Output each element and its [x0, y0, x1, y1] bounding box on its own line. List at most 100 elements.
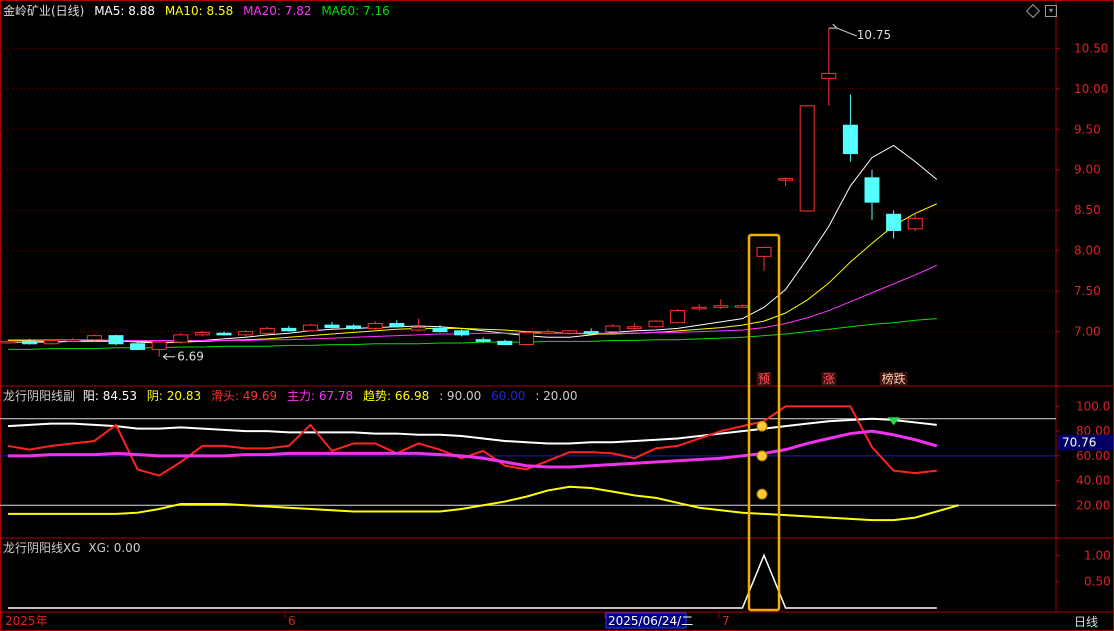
- y-tick-label: 10.50: [1074, 41, 1108, 55]
- candle-body-up: [756, 246, 772, 257]
- candle-body-down: [886, 213, 902, 231]
- x-tick-label: 2025/06/24/二: [608, 614, 693, 628]
- coin-icon: [756, 420, 768, 432]
- candle-body-up: [86, 335, 102, 341]
- ma5-label: MA5: 8.88: [94, 4, 155, 18]
- candle-body-up: [713, 305, 729, 308]
- candle-body-down: [216, 332, 232, 336]
- stock-title: 金岭矿业(日线): [3, 4, 85, 18]
- candle-body-up: [151, 341, 167, 350]
- stock-chart[interactable]: 10.50 10.00 9.50 9.00 8.50 8.00 7.50 7.00 10.75 6…: [0, 0, 1114, 631]
- xg-y-tick-label: 0.50: [1084, 575, 1111, 589]
- candle-body-up: [626, 326, 642, 329]
- period-label: 日线: [1074, 615, 1099, 629]
- candle-body-up: [907, 217, 923, 230]
- coin-icon: [756, 488, 768, 500]
- x-tick-label: 2025年: [5, 614, 48, 628]
- candle-body-up: [821, 72, 837, 79]
- expand-icon[interactable]: ▾: [1045, 5, 1057, 17]
- osc-y-tick-label: 60.00: [1076, 449, 1110, 463]
- y-tick-label: 9.00: [1074, 163, 1101, 177]
- xg-title: 龙行阴阳线XG: [3, 541, 81, 555]
- candle-body-up: [605, 325, 621, 333]
- coin-icon: [756, 450, 768, 462]
- huatou-label: 滑头: 49.69: [210, 389, 278, 403]
- qushi-label: 趋势: 66.98: [363, 389, 430, 403]
- candle-body-up: [367, 323, 383, 329]
- ma-line-ma5: [8, 144, 938, 344]
- candle-body-up: [194, 331, 210, 336]
- signal-tag-label: 预: [758, 372, 770, 386]
- candle-body-up: [778, 178, 794, 181]
- candle-body-up: [65, 339, 81, 342]
- candle-body-up: [302, 324, 318, 332]
- candle-body-down: [389, 323, 405, 328]
- candle-body-down: [281, 327, 297, 332]
- candle-body-up: [0, 340, 16, 344]
- candle-body-up: [562, 330, 578, 334]
- high-annotation-label: 10.75: [857, 28, 891, 42]
- candle-body-down: [497, 340, 513, 346]
- signal-tag-label: 榜跌: [882, 371, 906, 386]
- ma10-label: MA10: 8.58: [164, 4, 234, 18]
- candle-body-down: [22, 340, 38, 345]
- xg-y-tick-label: 1.00: [1084, 548, 1111, 562]
- candle-body-down: [475, 339, 491, 342]
- signal-tag-label: 涨: [823, 371, 835, 386]
- level-20-label: : 20.00: [535, 389, 578, 403]
- cursor-value-label: 70.76: [1062, 436, 1096, 450]
- x-tick-label: 7: [722, 614, 730, 628]
- candle-body-down: [454, 330, 470, 336]
- chart-frame: [0, 0, 1114, 631]
- candle-body-down: [130, 343, 146, 350]
- candle-body-up: [670, 310, 686, 324]
- candle-body-up: [173, 334, 189, 343]
- osc-line-2: [7, 405, 937, 477]
- osc-header: 龙行阴阳线副 阳: 84.53 阴: 20.83 滑头: 49.69 主力: 6…: [3, 389, 584, 403]
- candle-body-down: [842, 124, 858, 155]
- osc-y-tick-label: 40.00: [1076, 474, 1110, 488]
- candle-body-up: [43, 340, 59, 345]
- candle-body-up: [518, 331, 534, 346]
- candle-body-up: [259, 327, 275, 334]
- candle-body-down: [324, 324, 340, 329]
- xg-header: 龙行阴阳线XG XG: 0.00: [3, 541, 146, 555]
- y-tick-label: 9.50: [1074, 122, 1101, 136]
- candle-body-down: [583, 331, 599, 334]
- candle-body-down: [108, 335, 124, 345]
- candle-body-up: [648, 320, 664, 328]
- osc-y-tick-label: 20.00: [1076, 498, 1110, 512]
- ma60-label: MA60: 7.16: [321, 4, 390, 18]
- zhuli-label: 主力: 67.78: [286, 389, 354, 403]
- y-tick-label: 8.00: [1074, 244, 1101, 258]
- candle-body-up: [410, 327, 426, 331]
- candle-body-up: [540, 331, 556, 334]
- candle-body-down: [346, 325, 362, 329]
- level-90-label: : 90.00: [439, 389, 482, 403]
- xg-line: [8, 553, 937, 609]
- yin-label: 阴: 20.83: [146, 389, 202, 403]
- x-tick-label: 6: [288, 614, 296, 628]
- candle-body-up: [691, 306, 707, 310]
- candle-body-up: [799, 105, 815, 212]
- osc-y-tick-label: 100.0: [1076, 399, 1110, 413]
- candle-body-down: [864, 177, 880, 203]
- yang-label: 阳: 84.53: [82, 389, 138, 403]
- osc-line-0: [7, 417, 937, 445]
- candle-body-up: [734, 305, 750, 308]
- main-header: 金岭矿业(日线) MA5: 8.88 MA10: 8.58 MA20: 7.82…: [3, 4, 396, 18]
- ma20-label: MA20: 7.82: [243, 4, 312, 18]
- low-annotation-arrow: [162, 353, 176, 361]
- candle-body-up: [238, 331, 254, 336]
- high-annotation-arrow: [828, 23, 857, 37]
- y-tick-label: 8.50: [1074, 203, 1101, 217]
- osc-line-1: [8, 485, 959, 522]
- osc-title: 龙行阴阳线副: [3, 389, 76, 403]
- xg-value-label: XG: 0.00: [88, 541, 141, 555]
- candle-body-down: [432, 327, 448, 333]
- y-tick-label: 10.00: [1074, 82, 1108, 96]
- low-annotation-label: 6.69: [177, 350, 204, 364]
- level-60-label: 60.00: [491, 389, 526, 403]
- y-tick-label: 7.00: [1074, 325, 1101, 339]
- y-tick-label: 7.50: [1074, 284, 1101, 298]
